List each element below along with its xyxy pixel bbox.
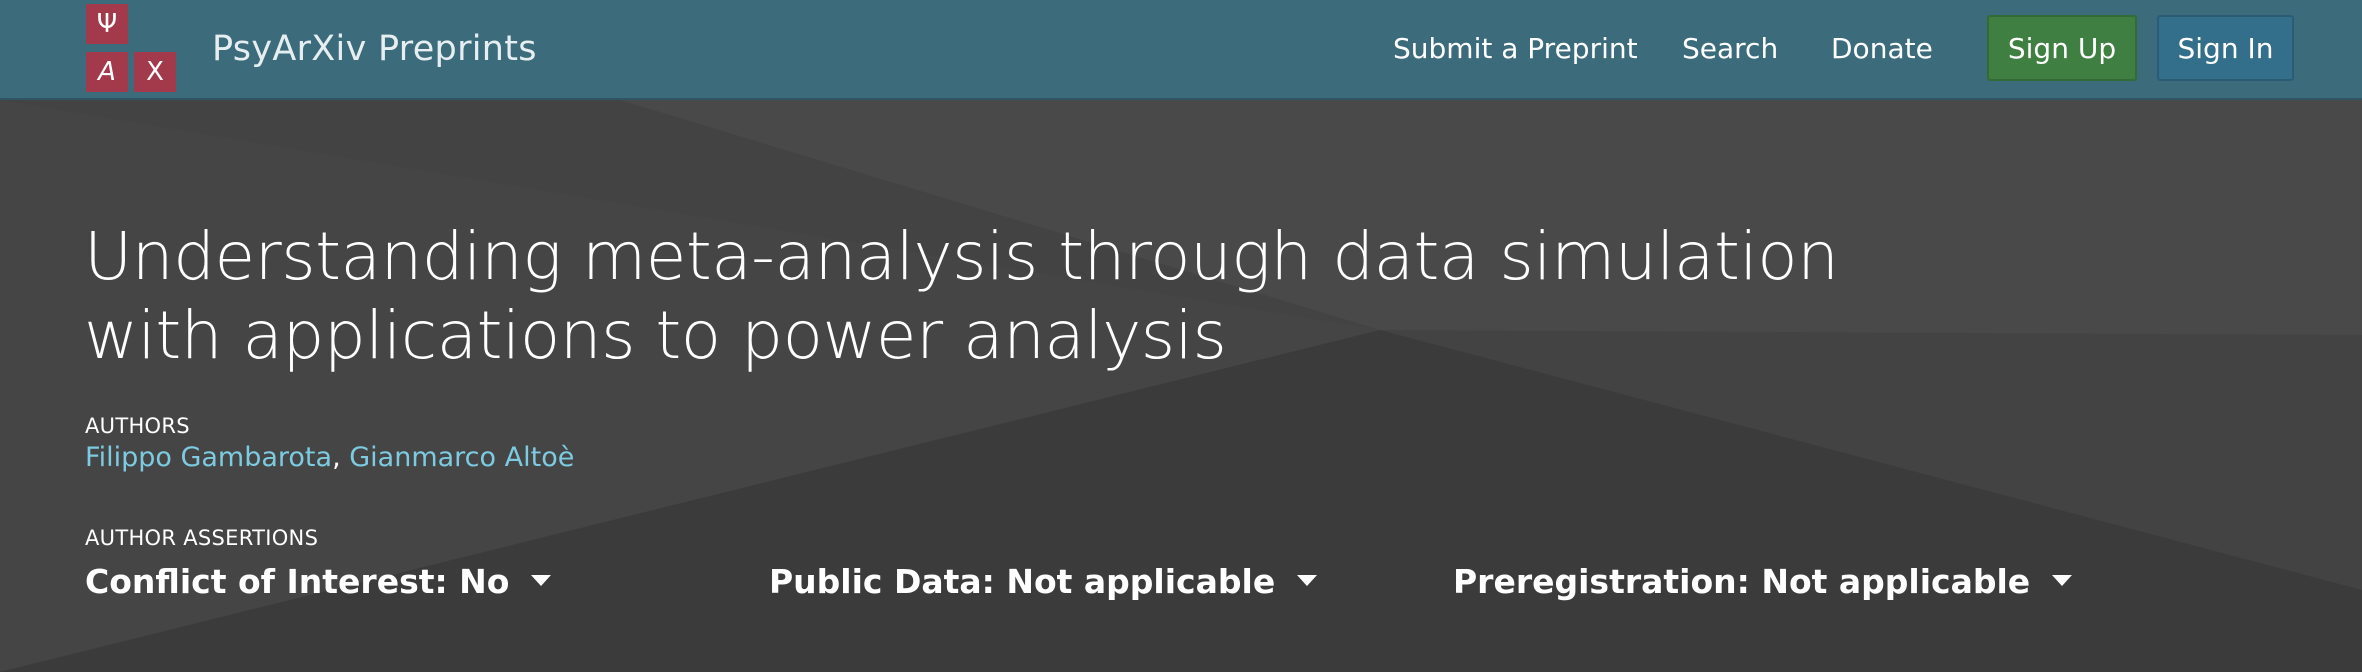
conflict-of-interest-text: Conflict of Interest: No [85, 562, 510, 601]
brand-title[interactable]: PsyArXiv Preprints [212, 0, 537, 98]
caret-down-icon [531, 575, 552, 586]
preregistration-dropdown[interactable]: Preregistration: Not applicable [1453, 562, 2073, 601]
public-data-text: Public Data: Not applicable [769, 562, 1276, 601]
submit-preprint-link[interactable]: Submit a Preprint [1393, 0, 1638, 98]
navbar: Ψ A Χ PsyArXiv Preprints Submit a Prepri… [0, 0, 2362, 100]
public-data-dropdown[interactable]: Public Data: Not applicable [769, 562, 1318, 601]
search-link[interactable]: Search [1682, 0, 1778, 98]
donate-link[interactable]: Donate [1831, 0, 1933, 98]
sign-up-button[interactable]: Sign Up [1987, 15, 2137, 81]
sign-in-button[interactable]: Sign In [2157, 15, 2294, 81]
authors-label: AUTHORS [85, 414, 190, 438]
logo-a-tile: A [86, 52, 128, 92]
psyarxiv-logo[interactable]: Ψ A Χ [86, 4, 178, 92]
author-assertions-label: AUTHOR ASSERTIONS [85, 526, 319, 550]
author-link[interactable]: Filippo Gambarota [85, 442, 332, 473]
conflict-of-interest-dropdown[interactable]: Conflict of Interest: No [85, 562, 552, 601]
logo-psi-tile: Ψ [86, 4, 128, 44]
authors-list: Filippo Gambarota, Gianmarco Altoè [85, 442, 574, 473]
caret-down-icon [2052, 575, 2073, 586]
preprint-header: Understanding meta-analysis through data… [0, 100, 2362, 672]
author-link[interactable]: Gianmarco Altoè [349, 442, 574, 473]
caret-down-icon [1297, 575, 1318, 586]
logo-chi-tile: Χ [134, 52, 176, 92]
author-separator: , [332, 442, 341, 473]
preprint-title: Understanding meta-analysis through data… [84, 218, 1839, 374]
preregistration-text: Preregistration: Not applicable [1453, 562, 2031, 601]
